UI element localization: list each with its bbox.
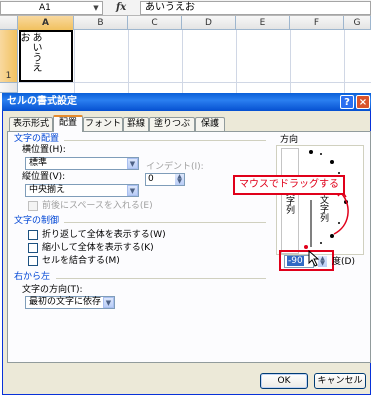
- tab-font[interactable]: フォント: [83, 117, 123, 131]
- gridline: [18, 82, 371, 83]
- vertical-select[interactable]: 中央揃え: [25, 184, 139, 197]
- degrees-label: 度(D): [332, 257, 355, 267]
- cancel-button[interactable]: キャンセル: [314, 373, 366, 389]
- column-header-g[interactable]: G: [344, 16, 371, 30]
- dial-point[interactable]: [309, 150, 313, 154]
- wrap-text-checkbox[interactable]: [28, 230, 38, 240]
- merge-cells-label: セルを結合する(M): [42, 256, 120, 266]
- wrap-text-label: 折り返して全体を表示する(W): [42, 230, 166, 240]
- merge-cells-checkbox[interactable]: [28, 256, 38, 266]
- text-alignment-heading: 文字の配置: [14, 134, 60, 144]
- tab-fill[interactable]: 塗りつぶし: [149, 117, 195, 142]
- column-header-f[interactable]: F: [290, 16, 344, 30]
- column-header-d[interactable]: D: [182, 16, 236, 30]
- formula-input[interactable]: あいうえお: [140, 1, 371, 15]
- drag-callout: マウスでドラッグする: [233, 175, 345, 195]
- dial-tick: [320, 153, 322, 155]
- help-icon[interactable]: ?: [340, 95, 354, 109]
- drag-direction-arrow-icon: [333, 190, 349, 235]
- name-box[interactable]: A1: [0, 1, 103, 15]
- distributed-checkbox[interactable]: [28, 201, 38, 211]
- mouse-cursor-icon: [308, 250, 320, 267]
- ok-button[interactable]: OK: [260, 373, 308, 389]
- degrees-value: -90: [287, 256, 304, 266]
- shrink-to-fit-checkbox[interactable]: [28, 243, 38, 253]
- divider: [64, 222, 266, 223]
- vertical-value: 中央揃え: [29, 185, 66, 195]
- chevron-down-icon[interactable]: ▼: [127, 158, 138, 169]
- row-number: 1: [5, 71, 12, 81]
- rtl-heading: 右から左: [14, 272, 51, 282]
- divider: [64, 140, 266, 141]
- dialog-title: セルの書式設定: [7, 96, 77, 107]
- row-header-2[interactable]: [0, 83, 18, 93]
- tab-protection[interactable]: 保護: [195, 117, 225, 131]
- column-header-b[interactable]: B: [74, 16, 128, 30]
- dial-handle[interactable]: [304, 245, 308, 249]
- function-icon[interactable]: fx: [116, 1, 136, 15]
- dial-tick: [338, 172, 340, 174]
- select-all-corner[interactable]: [0, 16, 18, 30]
- horizontal-label: 横位置(H):: [22, 145, 66, 155]
- row-header-1[interactable]: 1: [0, 30, 18, 83]
- dial-point[interactable]: [330, 160, 334, 164]
- text-control-heading: 文字の制御: [14, 216, 60, 226]
- indent-label: インデント(I):: [146, 162, 204, 172]
- indent-value: 0: [148, 174, 154, 184]
- shrink-to-fit-label: 縮小して全体を表示する(K): [42, 243, 154, 253]
- vertical-label: 縦位置(V):: [22, 172, 66, 182]
- horizontal-select[interactable]: 標準: [25, 157, 139, 170]
- indent-spinner-icon[interactable]: ▲ ▼: [175, 174, 184, 185]
- tab-border[interactable]: 罫線: [123, 117, 149, 131]
- tab-number[interactable]: 表示形式: [9, 117, 53, 131]
- column-header-c[interactable]: C: [128, 16, 182, 30]
- column-header-e[interactable]: E: [236, 16, 290, 30]
- horizontal-value: 標準: [29, 158, 48, 168]
- text-direction-value: 最初の文字に依存: [29, 297, 102, 307]
- tab-alignment[interactable]: 配置: [53, 115, 83, 132]
- text-direction-select[interactable]: 最初の文字に依存: [25, 296, 115, 309]
- dial-tick: [320, 242, 322, 244]
- text-direction-label: 文字の方向(T):: [22, 285, 83, 295]
- name-box-dropdown-icon[interactable]: ▼: [91, 2, 101, 14]
- cell-a1-value: あいうえお: [18, 32, 41, 72]
- chevron-down-icon[interactable]: ▼: [103, 297, 114, 308]
- divider: [56, 278, 266, 279]
- distributed-label: 前後にスペースを入れる(E): [42, 201, 153, 211]
- close-icon[interactable]: ×: [356, 95, 370, 109]
- column-header-a[interactable]: A: [18, 16, 74, 30]
- chevron-down-icon[interactable]: ▼: [127, 185, 138, 196]
